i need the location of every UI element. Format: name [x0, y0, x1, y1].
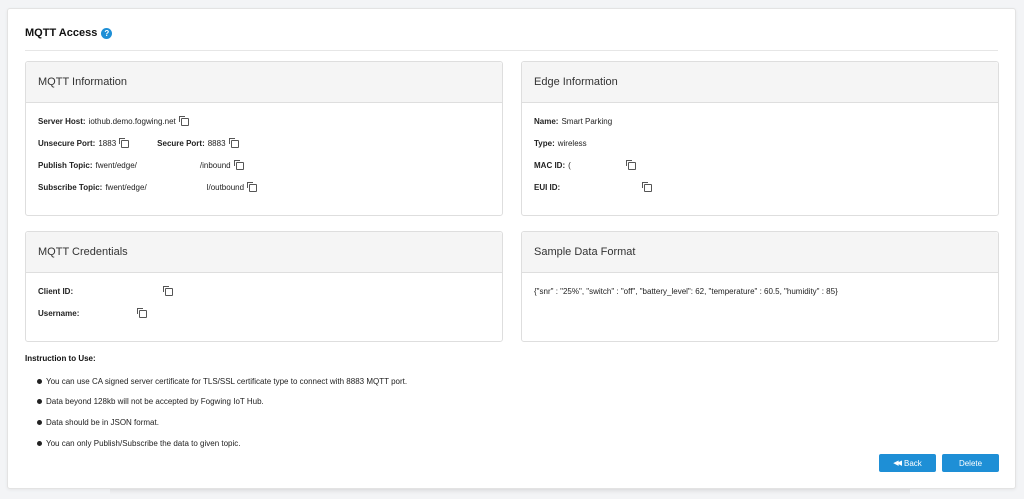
edge-type-label: Type:	[534, 139, 555, 148]
mqtt-credentials-heading: MQTT Credentials	[26, 232, 502, 273]
client-id-label: Client ID:	[38, 287, 74, 296]
sample-data-format-heading: Sample Data Format	[522, 232, 998, 273]
mac-id-value: (	[568, 161, 571, 170]
back-button[interactable]: ◀◀ Back	[879, 454, 936, 472]
subscribe-topic-row: Subscribe Topic: fwent/edge/ l/outbound	[38, 181, 258, 192]
edge-name-row: Name: Smart Parking	[534, 117, 612, 126]
sample-payload: {"snr" : "25%", "switch" : "off", "batte…	[534, 287, 838, 296]
edge-information-heading: Edge Information	[522, 62, 998, 103]
mqtt-access-card: MQTT Access ? MQTT Information Server Ho…	[7, 8, 1016, 489]
mqtt-information-heading: MQTT Information	[26, 62, 502, 103]
page-title: MQTT Access ?	[25, 27, 113, 39]
publish-topic-prefix: fwent/edge/	[95, 161, 137, 170]
title-divider	[25, 50, 998, 51]
help-circle-icon[interactable]: ?	[101, 27, 113, 39]
edge-type-row: Type: wireless	[534, 139, 587, 148]
instruction-text: Data beyond 128kb will not be accepted b…	[46, 397, 264, 406]
copy-icon[interactable]	[178, 115, 189, 126]
copy-icon[interactable]	[137, 307, 148, 318]
eui-id-label: EUI ID:	[534, 183, 561, 192]
bullet-dot-icon	[37, 399, 42, 404]
edge-name-label: Name:	[534, 117, 559, 126]
unsecure-port-value: 1883	[98, 139, 117, 148]
username-label: Username:	[38, 309, 80, 318]
mqtt-information-panel: MQTT Information Server Host: iothub.dem…	[25, 61, 503, 216]
copy-icon[interactable]	[228, 137, 239, 148]
instruction-text: You can only Publish/Subscribe the data …	[46, 439, 241, 448]
instruction-item: You can only Publish/Subscribe the data …	[37, 439, 241, 448]
instruction-item: Data should be in JSON format.	[37, 418, 159, 427]
instruction-item: Data beyond 128kb will not be accepted b…	[37, 397, 264, 406]
publish-topic-row: Publish Topic: fwent/edge/ /inbound	[38, 159, 244, 170]
page-title-text: MQTT Access	[25, 27, 98, 39]
copy-icon[interactable]	[163, 285, 174, 296]
back-button-label: Back	[903, 458, 922, 468]
publish-topic-suffix: /inbound	[199, 161, 231, 170]
secure-port-value: 8883	[207, 139, 226, 148]
secure-port-label: Secure Port:	[157, 139, 205, 148]
bullet-dot-icon	[37, 441, 42, 446]
footer-shadow	[110, 489, 910, 495]
mac-id-label: MAC ID:	[534, 161, 566, 170]
copy-icon[interactable]	[625, 159, 636, 170]
instruction-text: You can use CA signed server certificate…	[46, 377, 408, 386]
instructions-title: Instruction to Use:	[25, 354, 96, 363]
sample-data-format-panel: Sample Data Format {"snr" : "25%", "swit…	[521, 231, 999, 342]
eui-id-row: EUI ID:	[534, 181, 653, 192]
instruction-item: You can use CA signed server certificate…	[37, 377, 407, 386]
rewind-icon: ◀◀	[893, 460, 902, 467]
edge-information-panel: Edge Information Name: Smart Parking Typ…	[521, 61, 999, 216]
publish-topic-label: Publish Topic:	[38, 161, 93, 170]
server-host-row: Server Host: iothub.demo.fogwing.net	[38, 115, 189, 126]
subscribe-topic-suffix: l/outbound	[206, 183, 245, 192]
edge-type-value: wireless	[557, 139, 587, 148]
bullet-dot-icon	[37, 379, 42, 384]
subscribe-topic-label: Subscribe Topic:	[38, 183, 103, 192]
mac-id-row: MAC ID: (	[534, 159, 636, 170]
edge-name-value: Smart Parking	[561, 117, 613, 126]
server-host-label: Server Host:	[38, 117, 86, 126]
mqtt-credentials-panel: MQTT Credentials Client ID: Username:	[25, 231, 503, 342]
copy-icon[interactable]	[247, 181, 258, 192]
subscribe-topic-prefix: fwent/edge/	[105, 183, 147, 192]
bullet-dot-icon	[37, 420, 42, 425]
copy-icon[interactable]	[119, 137, 130, 148]
copy-icon[interactable]	[233, 159, 244, 170]
delete-button[interactable]: Delete	[942, 454, 999, 472]
instruction-text: Data should be in JSON format.	[46, 418, 159, 427]
unsecure-port-label: Unsecure Port:	[38, 139, 96, 148]
server-host-value: iothub.demo.fogwing.net	[88, 117, 176, 126]
ports-row: Unsecure Port: 1883 Secure Port: 8883	[38, 137, 239, 148]
client-id-row: Client ID:	[38, 285, 174, 296]
copy-icon[interactable]	[642, 181, 653, 192]
username-row: Username:	[38, 307, 148, 318]
